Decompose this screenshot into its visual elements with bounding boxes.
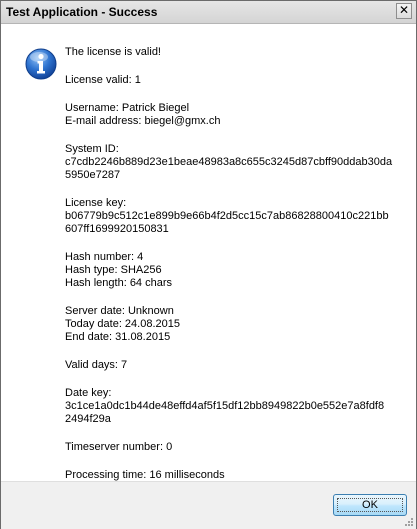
close-icon: ✕ — [398, 3, 410, 17]
dialog-content: The license is valid! License valid: 1 Use… — [1, 24, 416, 481]
message-line: E-mail address: biegel@gmx.ch — [65, 115, 221, 127]
message-line: Server date: Unknown — [65, 305, 174, 317]
message-line: 5950e7287 — [65, 169, 121, 181]
message-line: Date key: — [65, 387, 112, 399]
message-line: Hash length: 64 chars — [65, 277, 173, 289]
message-line: 2494f29a — [65, 413, 111, 425]
message-line: Valid days: 7 — [65, 359, 128, 371]
message-line: The license is valid! — [65, 46, 161, 58]
message-group: Valid days: 7 — [65, 359, 410, 372]
message-line: b06779b9c512c1e899b9e66b4f2d5cc15c7ab868… — [65, 210, 389, 222]
ok-button[interactable]: OK — [333, 494, 407, 516]
close-button[interactable]: ✕ — [396, 3, 412, 19]
ok-button-label: OK — [362, 499, 378, 511]
message-group: Date key: 3c1ce1a0dc1b44de48effd4af5f15df… — [65, 387, 410, 426]
message-line: System ID: — [65, 143, 119, 155]
message-line: End date: 31.08.2015 — [65, 331, 171, 343]
message-line: Username: Patrick Biegel — [65, 102, 190, 114]
message-line: License valid: 1 — [65, 74, 141, 86]
message-line: 3c1ce1a0dc1b44de48effd4af5f15df12bb89498… — [65, 400, 385, 412]
message-line: Timeserver number: 0 — [65, 441, 173, 453]
message-line: Today date: 24.08.2015 — [65, 318, 180, 330]
message-group: The license is valid! — [65, 46, 410, 59]
message-group: Server date: Unknown Today date: 24.08.20… — [65, 305, 410, 344]
message-group: Hash number: 4 Hash type: SHA256 Hash leng… — [65, 251, 410, 290]
resize-grip-icon[interactable] — [404, 517, 414, 527]
message-line: c7cdb2246b889d23e1beae48983a8c655c3245d8… — [65, 156, 393, 168]
message-line: License key: — [65, 197, 127, 209]
info-icon — [25, 48, 57, 80]
message-line: Hash number: 4 — [65, 251, 144, 263]
button-bar: OK — [1, 481, 416, 529]
message-group: License key: b06779b9c512c1e899b9e66b4f2d… — [65, 197, 410, 236]
message-group: Timeserver number: 0 — [65, 441, 410, 454]
message-line: 607ff1699920150831 — [65, 223, 169, 235]
message-group: Username: Patrick Biegel E-mail address: … — [65, 102, 410, 128]
message-line: Hash type: SHA256 — [65, 264, 162, 276]
message-dialog: Test Application - Success ✕ The license… — [0, 0, 417, 529]
message-group: System ID: c7cdb2246b889d23e1beae48983a8c… — [65, 143, 410, 182]
window-title: Test Application - Success — [6, 5, 158, 19]
title-bar[interactable]: Test Application - Success ✕ — [1, 1, 416, 24]
message-group: License valid: 1 — [65, 74, 410, 87]
message-body: The license is valid! License valid: 1 Use… — [65, 46, 410, 497]
